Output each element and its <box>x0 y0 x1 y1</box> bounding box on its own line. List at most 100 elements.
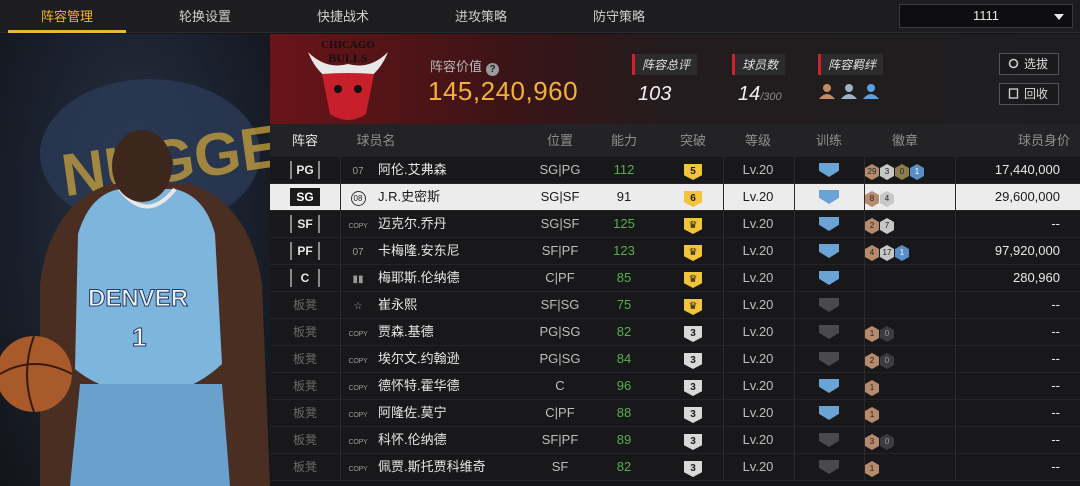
lineup-slot[interactable]: PG <box>270 157 340 183</box>
player-name[interactable]: 埃尔文.约翰逊 <box>378 346 528 372</box>
tab-defense-strategy[interactable]: 防守策略 <box>554 0 684 33</box>
divider <box>340 238 341 265</box>
player-name[interactable]: 科怀.伦纳德 <box>378 427 528 453</box>
training-status[interactable] <box>794 454 864 480</box>
training-status[interactable] <box>794 400 864 426</box>
col-header-badges[interactable]: 徽章 <box>865 124 945 157</box>
training-status[interactable] <box>794 157 864 183</box>
select-button[interactable]: 选拔 <box>999 53 1059 75</box>
table-row[interactable]: 板凳 ☆ 崔永熙 SF|SG 75 ♛ Lv.20 -- <box>270 292 1080 319</box>
lineup-slot[interactable]: 板凳 <box>270 400 340 426</box>
lineup-slot[interactable]: 板凳 <box>270 292 340 318</box>
training-status[interactable] <box>794 319 864 345</box>
player-name[interactable]: 佩贾.斯托贾科维奇 <box>378 454 528 480</box>
breakthrough-level[interactable]: ♛ <box>663 211 723 237</box>
badge-list[interactable]: 1 <box>865 373 955 399</box>
lineup-slot[interactable]: SG <box>270 184 340 210</box>
bond-bronze-icon[interactable] <box>818 83 836 99</box>
training-status[interactable] <box>794 211 864 237</box>
training-status[interactable] <box>794 373 864 399</box>
col-header-training[interactable]: 训练 <box>794 124 864 157</box>
player-name[interactable]: 迈克尔.乔丹 <box>378 211 528 237</box>
lineup-slot[interactable]: 板凳 <box>270 373 340 399</box>
team-select-dropdown[interactable]: 1111 <box>899 4 1073 28</box>
badge-list[interactable]: 84 <box>865 184 955 210</box>
table-row[interactable]: PG 07 阿伦.艾弗森 SG|PG 112 5 Lv.20 29 3 0 1 17,… <box>270 157 1080 184</box>
breakthrough-level[interactable]: 5 <box>663 157 723 183</box>
table-row[interactable]: C ▮▮ 梅耶斯.伦纳德 C|PF 85 ♛ Lv.20 280,960 <box>270 265 1080 292</box>
training-status[interactable] <box>794 346 864 372</box>
badge-list[interactable]: 29 3 0 1 <box>865 157 955 183</box>
bond-silver-icon[interactable] <box>840 83 858 99</box>
breakthrough-level[interactable]: 3 <box>663 346 723 372</box>
tab-offense-strategy[interactable]: 进攻策略 <box>416 0 546 33</box>
badge-list[interactable]: 10 <box>865 319 955 345</box>
lineup-slot[interactable]: 板凳 <box>270 319 340 345</box>
breakthrough-level[interactable]: ♛ <box>663 238 723 264</box>
player-name[interactable]: 贾森.基德 <box>378 319 528 345</box>
badge-list[interactable]: 1 <box>865 454 955 480</box>
breakthrough-level[interactable]: 3 <box>663 400 723 426</box>
player-name[interactable]: 阿隆佐.莫宁 <box>378 400 528 426</box>
table-row[interactable]: 板凳 COPY 科怀.伦纳德 SF|PF 89 3 Lv.20 30 -- <box>270 427 1080 454</box>
col-header-break[interactable]: 突破 <box>663 124 723 157</box>
player-value: 29,600,000 <box>994 189 1060 204</box>
tab-rotation-settings[interactable]: 轮换设置 <box>140 0 270 33</box>
badge-list[interactable]: 30 <box>865 427 955 453</box>
recycle-button[interactable]: 回收 <box>999 83 1059 105</box>
player-name[interactable]: 卡梅隆.安东尼 <box>378 238 528 264</box>
training-status[interactable] <box>794 184 864 210</box>
breakthrough-level[interactable]: 6 <box>663 184 723 210</box>
badge-list[interactable] <box>865 265 955 291</box>
lineup-slot[interactable]: 板凳 <box>270 454 340 480</box>
lineup-slot[interactable]: SF <box>270 211 340 237</box>
col-header-rating[interactable]: 能力 <box>588 124 660 157</box>
training-status[interactable] <box>794 427 864 453</box>
help-icon[interactable]: ? <box>486 63 500 76</box>
lineup-slot[interactable]: C <box>270 265 340 291</box>
player-name[interactable]: 梅耶斯.伦纳德 <box>378 265 528 291</box>
badge-list[interactable] <box>865 292 955 318</box>
player-name[interactable]: 德怀特.霍华德 <box>378 373 528 399</box>
table-row[interactable]: SF COPY 迈克尔.乔丹 SG|SF 125 ♛ Lv.20 27 -- <box>270 211 1080 238</box>
table-row[interactable]: SG 08 J.R.史密斯 SG|SF 91 6 Lv.20 84 29,600… <box>270 184 1080 211</box>
lineup-slot[interactable]: 板凳 <box>270 427 340 453</box>
training-status[interactable] <box>794 292 864 318</box>
badge-icon: 1 <box>865 407 879 423</box>
divider <box>340 157 341 184</box>
badge-list[interactable]: 20 <box>865 346 955 372</box>
table-row[interactable]: 板凳 COPY 贾森.基德 PG|SG 82 3 Lv.20 10 -- <box>270 319 1080 346</box>
breakthrough-level[interactable]: ♛ <box>663 292 723 318</box>
col-header-value[interactable]: 球员身价 <box>970 124 1070 157</box>
player-level: Lv.20 <box>742 243 774 258</box>
badge-icon: 29 <box>865 164 879 180</box>
table-row[interactable]: 板凳 COPY 埃尔文.约翰逊 PG|SG 84 3 Lv.20 20 -- <box>270 346 1080 373</box>
bond-blue-icon[interactable] <box>862 83 880 99</box>
col-header-name[interactable]: 球员名 <box>346 124 406 157</box>
tab-quick-tactics[interactable]: 快捷战术 <box>278 0 408 33</box>
lineup-slot[interactable]: 板凳 <box>270 346 340 372</box>
badge-list[interactable]: 4 17 1 <box>865 238 955 264</box>
training-status[interactable] <box>794 265 864 291</box>
table-row[interactable]: 板凳 COPY 阿隆佐.莫宁 C|PF 88 3 Lv.20 1 -- <box>270 400 1080 427</box>
col-header-lineup[interactable]: 阵容 <box>270 124 340 157</box>
breakthrough-level[interactable]: 3 <box>663 427 723 453</box>
table-row[interactable]: 板凳 COPY 德怀特.霍华德 C 96 3 Lv.20 1 -- <box>270 373 1080 400</box>
badge-list[interactable]: 27 <box>865 211 955 237</box>
breakthrough-level[interactable]: 3 <box>663 373 723 399</box>
badge-list[interactable]: 1 <box>865 400 955 426</box>
col-header-level[interactable]: 等级 <box>723 124 793 157</box>
divider <box>340 454 341 481</box>
breakthrough-level[interactable]: 3 <box>663 454 723 480</box>
training-status[interactable] <box>794 238 864 264</box>
svg-text:DENVER: DENVER <box>88 285 188 312</box>
breakthrough-level[interactable]: ♛ <box>663 265 723 291</box>
table-row[interactable]: 板凳 COPY 佩贾.斯托贾科维奇 SF 82 3 Lv.20 1 -- <box>270 454 1080 481</box>
player-name[interactable]: 阿伦.艾弗森 <box>378 157 528 183</box>
table-row[interactable]: PF 07 卡梅隆.安东尼 SF|PF 123 ♛ Lv.20 4 17 1 97,… <box>270 238 1080 265</box>
tab-lineup-management[interactable]: 阵容管理 <box>2 0 132 33</box>
lineup-slot[interactable]: PF <box>270 238 340 264</box>
player-name[interactable]: 崔永熙 <box>378 292 528 318</box>
player-name[interactable]: J.R.史密斯 <box>378 184 528 210</box>
breakthrough-level[interactable]: 3 <box>663 319 723 345</box>
